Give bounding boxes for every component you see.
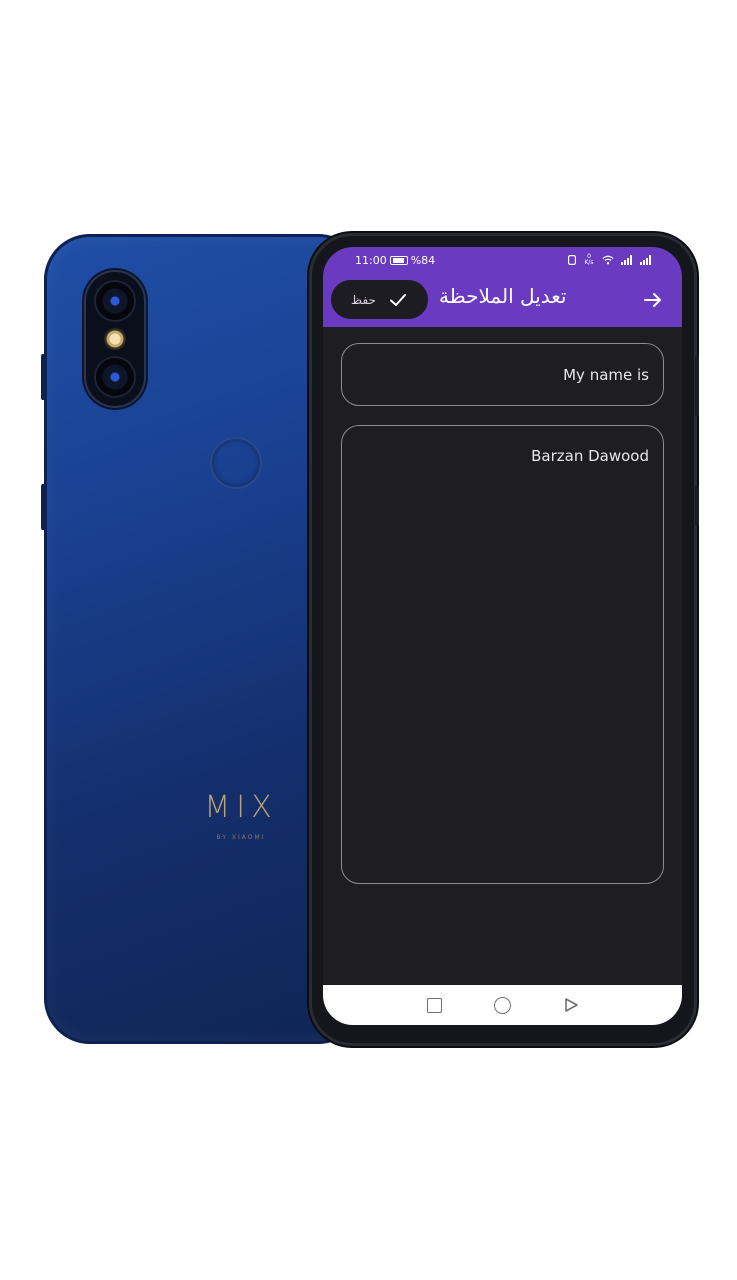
back-triangle-icon[interactable] bbox=[563, 997, 579, 1013]
camera-lens-icon bbox=[96, 282, 134, 320]
note-body-value: Barzan Dawood bbox=[531, 447, 649, 465]
camera-lens-icon bbox=[96, 358, 134, 396]
phone-screen: 11:00 %84 0 K/s حفظ تعديل الملاحظة My na… bbox=[323, 247, 682, 1025]
note-body-field[interactable]: Barzan Dawood bbox=[341, 425, 664, 884]
power-button bbox=[41, 484, 45, 530]
fingerprint-sensor bbox=[210, 437, 262, 489]
home-circle-icon[interactable] bbox=[493, 996, 511, 1014]
brand-logo: MIX bbox=[204, 790, 278, 825]
app-bar: حفظ تعديل الملاحظة bbox=[323, 273, 682, 327]
status-left: 11:00 %84 bbox=[355, 254, 435, 267]
status-time: 11:00 bbox=[355, 254, 387, 267]
side-button bbox=[695, 486, 699, 526]
camera-module bbox=[86, 272, 144, 406]
system-nav-bar bbox=[323, 985, 682, 1025]
net-speed: 0 K/s bbox=[584, 253, 594, 266]
note-title-value: My name is bbox=[563, 366, 649, 384]
brand-sub-logo: BY XIAOMI bbox=[216, 834, 266, 841]
page-title: تعديل الملاحظة bbox=[439, 284, 567, 308]
save-button-label: حفظ bbox=[351, 292, 376, 307]
save-button[interactable]: حفظ bbox=[331, 280, 428, 319]
status-bar: 11:00 %84 0 K/s bbox=[323, 247, 682, 273]
flash-icon bbox=[104, 328, 126, 350]
signal-icon bbox=[621, 255, 632, 265]
battery-icon bbox=[389, 256, 408, 265]
wifi-icon bbox=[602, 255, 614, 265]
sim-icon bbox=[568, 255, 576, 265]
battery-percent: %84 bbox=[410, 254, 436, 267]
side-button bbox=[695, 356, 699, 416]
front-phone: 11:00 %84 0 K/s حفظ تعديل الملاحظة My na… bbox=[312, 236, 699, 1043]
status-right: 0 K/s bbox=[568, 254, 652, 266]
recents-square-icon[interactable] bbox=[426, 997, 442, 1013]
check-icon bbox=[389, 293, 406, 306]
volume-button bbox=[41, 354, 45, 400]
signal-icon bbox=[640, 255, 651, 265]
arrow-right-icon[interactable] bbox=[642, 289, 664, 311]
note-title-field[interactable]: My name is bbox=[341, 343, 664, 406]
